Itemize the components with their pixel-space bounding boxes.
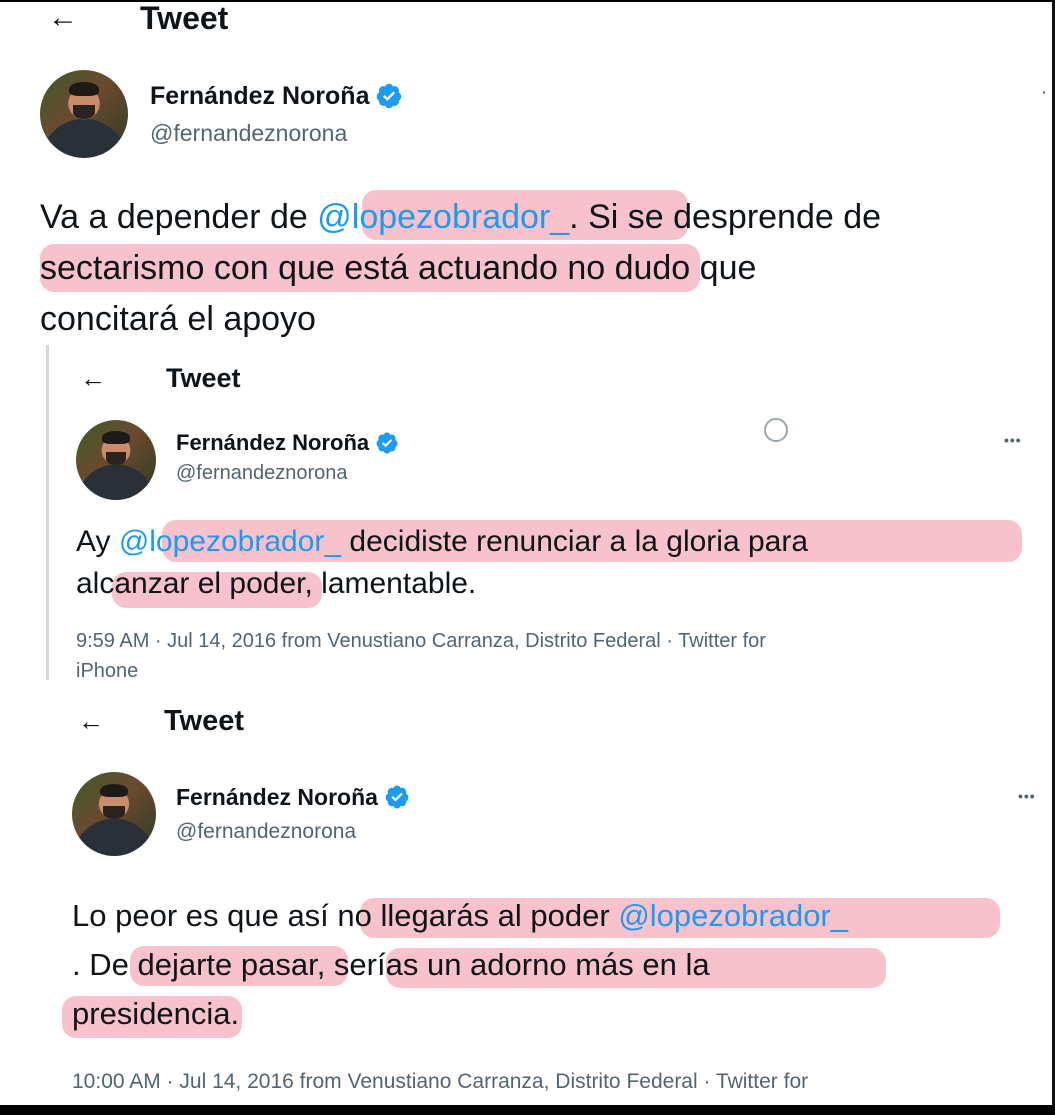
embedded-divider <box>46 345 49 680</box>
author-handle[interactable]: @fernandeznorona <box>176 462 348 485</box>
tweet-header-1: ← Tweet <box>48 0 228 36</box>
tweet-text-line: Lo peor es que así no llegarás al poder … <box>72 893 848 939</box>
author-handle[interactable]: @fernandeznorona <box>176 820 356 844</box>
tweet-text-line: Ay @lopezobrador_ decidiste renunciar a … <box>76 520 808 564</box>
tweet-text: decidiste renunciar a la gloria para <box>341 525 809 558</box>
tweet-timestamp[interactable]: 10:00 AM · Jul 14, 2016 from Venustiano … <box>72 1070 808 1094</box>
author-name-row: Fernández Noroña <box>176 428 399 458</box>
mention-link[interactable]: @lopezobrador_ <box>119 525 341 558</box>
avatar[interactable] <box>40 70 128 158</box>
bottom-border <box>0 1105 1055 1115</box>
author-name-row: Fernández Noroña <box>150 80 403 112</box>
tweet-text: Lo peor es que así no llegarás al poder <box>72 898 619 933</box>
header-title: Tweet <box>140 0 229 36</box>
author-name-row: Fernández Noroña <box>176 782 410 812</box>
more-options-icon[interactable]: · <box>1042 84 1048 100</box>
mention-link[interactable]: @lopezobrador_ <box>317 198 569 236</box>
tweet-text: Ay <box>76 525 119 558</box>
tweet-text-line: alcanzar el poder, lamentable. <box>76 567 477 600</box>
verified-badge-icon <box>376 432 398 454</box>
tweet-source: iPhone <box>76 660 139 682</box>
tweet-header-2: ← Tweet <box>80 360 241 396</box>
tweet-timestamp[interactable]: 9:59 AM · Jul 14, 2016 from Venustiano C… <box>76 630 766 653</box>
author-name[interactable]: Fernández Noroña <box>176 430 369 456</box>
tweet-header-3: ← Tweet <box>78 703 244 739</box>
tweet-text-line: Va a depender de @lopezobrador_. Si se d… <box>40 190 881 244</box>
author-handle[interactable]: @fernandeznorona <box>150 120 347 147</box>
mention-link[interactable]: @lopezobrador_ <box>618 898 848 933</box>
tweet-text-line: presidencia. <box>72 996 240 1031</box>
back-arrow-icon[interactable]: ← <box>48 3 78 33</box>
circle-icon <box>764 418 788 442</box>
tweet-text-line: . De dejarte pasar, serías un adorno más… <box>72 947 710 982</box>
tweet-text-line: concitará el apoyo <box>40 300 316 338</box>
tweet-text-line: sectarismo con que está actuando no dudo… <box>40 249 757 287</box>
author-name[interactable]: Fernández Noroña <box>150 82 369 111</box>
tweet-text: Va a depender de <box>40 198 318 236</box>
verified-badge-icon <box>385 785 409 809</box>
more-options-icon[interactable]: ••• <box>1004 432 1022 448</box>
back-arrow-icon[interactable]: ← <box>78 708 104 734</box>
back-arrow-icon[interactable]: ← <box>80 365 106 391</box>
more-options-icon[interactable]: ••• <box>1018 788 1036 804</box>
tweet-text: . Si se desprende de <box>569 198 882 236</box>
avatar[interactable] <box>76 420 156 500</box>
verified-badge-icon <box>377 83 402 109</box>
author-name[interactable]: Fernández Noroña <box>176 784 378 811</box>
avatar[interactable] <box>72 772 156 856</box>
header-title: Tweet <box>166 362 241 393</box>
header-title: Tweet <box>164 704 245 737</box>
